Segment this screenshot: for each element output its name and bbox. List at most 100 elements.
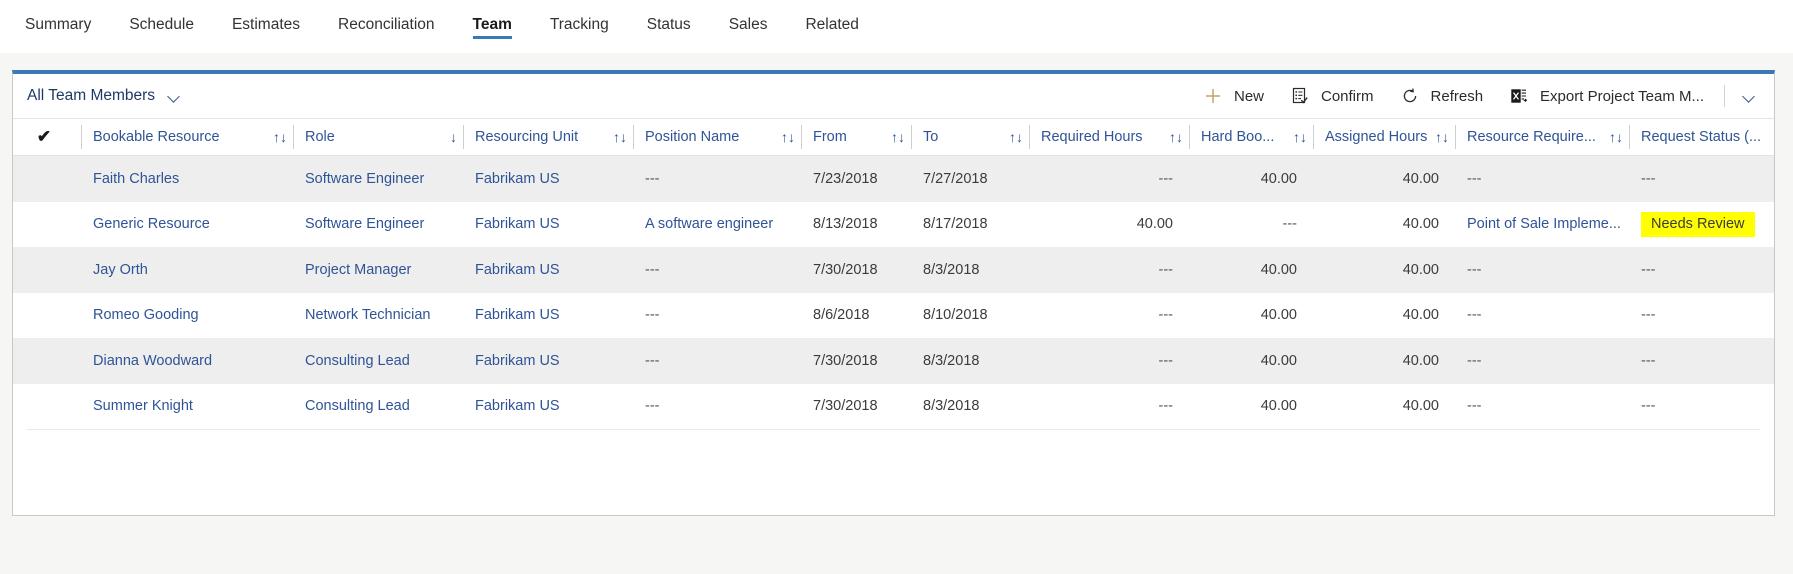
tab-related[interactable]: Related: [786, 0, 877, 53]
view-selector[interactable]: All Team Members: [13, 74, 181, 118]
tab-status[interactable]: Status: [628, 0, 710, 53]
column-header-to[interactable]: To ↑↓: [911, 118, 1029, 156]
sort-both-icon: ↑↓: [1293, 129, 1307, 145]
cell-bookable-resource[interactable]: Dianna Woodward: [81, 338, 293, 384]
column-header-label: From: [813, 129, 847, 145]
new-button-label: New: [1233, 87, 1264, 105]
cell-required-hours: ---: [1158, 307, 1174, 324]
cell-required-hours: ---: [1158, 170, 1174, 187]
command-bar-actions: New Confirm Refresh Export Project Team …: [1190, 74, 1774, 118]
cell-request-status: ---: [1641, 307, 1656, 324]
cell-hard-booked-hours: 40.00: [1260, 170, 1297, 187]
table-row[interactable]: Faith Charles Software Engineer Fabrikam U…: [13, 156, 1774, 202]
page-body: All Team Members New Confirm Refresh Exp…: [0, 53, 1793, 574]
cell-resourcing-unit[interactable]: Fabrikam US: [463, 338, 633, 384]
cell-to: 8/3/2018: [923, 261, 980, 278]
cell-resource-requirement: ---: [1467, 261, 1482, 278]
cell-position-name: ---: [645, 261, 660, 278]
tab-tracking[interactable]: Tracking: [531, 0, 628, 53]
cell-role[interactable]: Consulting Lead: [293, 338, 463, 384]
table-row[interactable]: Romeo Gooding Network Technician Fabrikam …: [13, 292, 1774, 339]
cell-position-name[interactable]: A software engineer: [633, 202, 801, 248]
column-header-hard-booked-hours[interactable]: Hard Boo... ↑↓: [1189, 118, 1313, 156]
cell-bookable-resource[interactable]: Generic Resource: [81, 202, 293, 248]
new-button[interactable]: New: [1190, 77, 1277, 115]
cell-to: 8/10/2018: [923, 307, 988, 324]
confirm-button[interactable]: Confirm: [1277, 77, 1387, 115]
confirm-button-label: Confirm: [1321, 87, 1374, 105]
column-header-position-name[interactable]: Position Name ↑↓: [633, 118, 801, 156]
cell-role[interactable]: Software Engineer: [293, 202, 463, 248]
command-bar-overflow-button[interactable]: [1732, 77, 1766, 115]
column-header-label: Assigned Hours: [1325, 129, 1427, 145]
tab-reconciliation[interactable]: Reconciliation: [319, 0, 454, 53]
cell-resourcing-unit[interactable]: Fabrikam US: [463, 247, 633, 293]
cell-from: 7/30/2018: [813, 261, 878, 278]
cell-bookable-resource[interactable]: Jay Orth: [81, 247, 293, 293]
tab-sales[interactable]: Sales: [710, 0, 787, 53]
cell-resourcing-unit[interactable]: Fabrikam US: [463, 156, 633, 202]
tab-team[interactable]: Team: [454, 0, 531, 53]
cell-resourcing-unit[interactable]: Fabrikam US: [463, 293, 633, 339]
column-header-resource-requirement[interactable]: Resource Require... ↑↓: [1455, 118, 1629, 156]
sort-both-icon: ↑↓: [613, 129, 627, 145]
sort-descending-icon: ↓: [450, 129, 457, 145]
team-grid-card: All Team Members New Confirm Refresh Exp…: [12, 70, 1775, 516]
cell-assigned-hours: 40.00: [1402, 398, 1439, 415]
tab-label: Tracking: [549, 16, 609, 33]
plus-icon: [1205, 89, 1220, 103]
cell-from: 7/30/2018: [813, 398, 878, 415]
table-row[interactable]: Generic Resource Software Engineer Fabrika…: [13, 201, 1774, 248]
column-header-assigned-hours[interactable]: Assigned Hours ↑↓: [1313, 118, 1455, 156]
column-header-bookable-resource[interactable]: Bookable Resource ↑↓: [81, 118, 293, 156]
tab-label: Estimates: [231, 16, 301, 33]
cell-from: 7/23/2018: [813, 170, 878, 187]
sort-both-icon: ↑↓: [1169, 129, 1183, 145]
cell-from: 7/30/2018: [813, 352, 878, 369]
row-select-checkbox: [13, 384, 81, 430]
column-header-label: To: [923, 129, 939, 145]
table-row[interactable]: Summer Knight Consulting Lead Fabrikam US -…: [13, 383, 1774, 430]
row-select-checkbox: [13, 338, 81, 384]
cell-bookable-resource[interactable]: Romeo Gooding: [81, 293, 293, 339]
refresh-button[interactable]: Refresh: [1387, 77, 1497, 115]
cell-resourcing-unit[interactable]: Fabrikam US: [463, 202, 633, 248]
table-row[interactable]: Dianna Woodward Consulting Lead Fabrikam U…: [13, 338, 1774, 384]
column-header-resourcing-unit[interactable]: Resourcing Unit ↑↓: [463, 118, 633, 156]
cell-required-hours: ---: [1158, 261, 1174, 278]
column-header-required-hours[interactable]: Required Hours ↑↓: [1029, 118, 1189, 156]
cell-bookable-resource[interactable]: Faith Charles: [81, 156, 293, 202]
cell-resource-requirement[interactable]: Point of Sale Impleme...: [1455, 202, 1629, 248]
cell-role[interactable]: Network Technician: [293, 293, 463, 339]
tab-summary[interactable]: Summary: [6, 0, 110, 53]
row-select-checkbox: [13, 293, 81, 339]
cell-role[interactable]: Software Engineer: [293, 156, 463, 202]
column-header-request-status[interactable]: Request Status (...: [1629, 118, 1766, 156]
cell-request-status: Needs Review: [1629, 202, 1766, 248]
cell-assigned-hours: 40.00: [1402, 352, 1439, 369]
column-header-from[interactable]: From ↑↓: [801, 118, 911, 156]
cell-bookable-resource[interactable]: Summer Knight: [81, 384, 293, 430]
cell-hard-booked-hours: 40.00: [1260, 398, 1297, 415]
sort-both-icon: ↑↓: [1609, 129, 1623, 145]
cell-required-hours: ---: [1158, 352, 1174, 369]
export-project-team-button[interactable]: Export Project Team M...: [1496, 77, 1717, 115]
cell-role[interactable]: Project Manager: [293, 247, 463, 293]
column-header-role[interactable]: Role ↓: [293, 118, 463, 156]
column-header-label: Hard Boo...: [1201, 129, 1275, 145]
grid-body: Faith Charles Software Engineer Fabrikam U…: [13, 156, 1774, 429]
grid-footer: [27, 429, 1760, 475]
select-all-header[interactable]: ✔: [13, 118, 81, 156]
tab-estimates[interactable]: Estimates: [213, 0, 319, 53]
tab-schedule[interactable]: Schedule: [110, 0, 213, 53]
cell-hard-booked-hours: 40.00: [1260, 261, 1297, 278]
refresh-icon: [1403, 88, 1416, 103]
cell-hard-booked-hours: 40.00: [1260, 307, 1297, 324]
cell-role[interactable]: Consulting Lead: [293, 384, 463, 430]
cell-resourcing-unit[interactable]: Fabrikam US: [463, 384, 633, 430]
cell-to: 7/27/2018: [923, 170, 988, 187]
cell-assigned-hours: 40.00: [1402, 216, 1439, 233]
column-header-label: Resourcing Unit: [475, 129, 579, 145]
cell-hard-booked-hours: ---: [1282, 216, 1298, 233]
table-row[interactable]: Jay Orth Project Manager Fabrikam US --- 7/3…: [13, 247, 1774, 293]
